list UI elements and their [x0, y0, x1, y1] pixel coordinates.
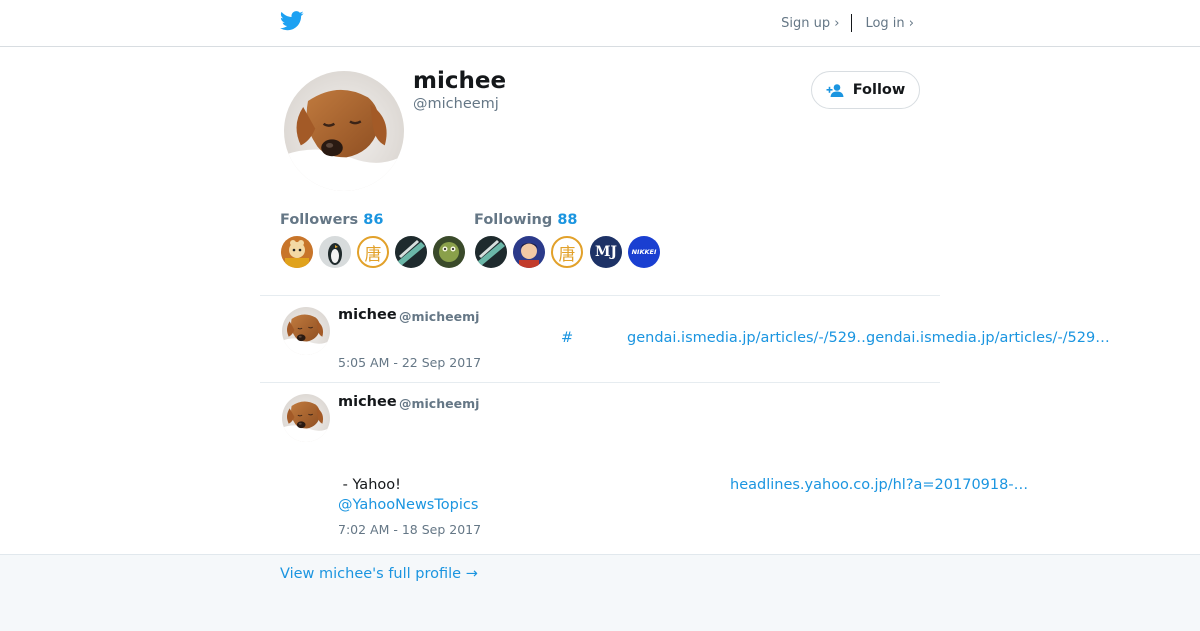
follow-button[interactable]: Follow [811, 71, 920, 109]
avatar-nikkei-text: NIKKEI [631, 248, 657, 256]
tweet-author-handle[interactable]: @micheemj [399, 309, 479, 324]
profile-avatar[interactable] [284, 71, 404, 191]
following-avatar[interactable] [513, 236, 545, 268]
following-count: 88 [557, 212, 578, 228]
footer: View michee's full profile → [0, 554, 1200, 631]
profile-name: michee [413, 68, 507, 94]
tweet-avatar[interactable] [282, 307, 330, 355]
sign-up-link[interactable]: Sign up › [781, 16, 839, 31]
top-bar: Sign up › Log in › [0, 0, 1200, 47]
follower-avatar[interactable] [433, 236, 465, 268]
tweet-link[interactable]: gendai.ismedia.jp/articles/-/529… [866, 330, 1110, 346]
follower-avatar[interactable]: 唐 [357, 236, 389, 268]
log-in-link[interactable]: Log in › [865, 16, 914, 31]
view-full-profile-link[interactable]: View michee's full profile → [280, 566, 478, 582]
divider [260, 295, 940, 296]
following-avatar[interactable]: NIKKEI [628, 236, 660, 268]
tweet-timestamp[interactable]: 7:02 AM - 18 Sep 2017 [338, 522, 481, 537]
auth-nav: Sign up › Log in › [781, 14, 914, 32]
avatar-kanji-text: 唐 [364, 244, 382, 265]
profile-handle: @micheemj [413, 96, 499, 112]
add-person-icon [826, 84, 844, 97]
twitter-bird-icon[interactable] [280, 11, 304, 31]
tweet-timestamp[interactable]: 5:05 AM - 22 Sep 2017 [338, 355, 481, 370]
hashtag-link[interactable]: # [561, 330, 573, 346]
following-stat[interactable]: Following 88 [474, 212, 578, 228]
followers-stat[interactable]: Followers 86 [280, 212, 383, 228]
tweet-text: - Yahoo! [338, 477, 401, 493]
tweet-avatar[interactable] [282, 394, 330, 442]
nav-divider [851, 14, 853, 32]
avatar-kanji-text: 唐 [558, 244, 576, 265]
follower-avatar[interactable] [281, 236, 313, 268]
tweet-author-name[interactable]: michee [338, 394, 397, 410]
tweet-author-handle[interactable]: @micheemj [399, 396, 479, 411]
tweet-author-name[interactable]: michee [338, 307, 397, 323]
following-avatar[interactable] [475, 236, 507, 268]
followers-label: Followers [280, 212, 359, 228]
following-label: Following [474, 212, 553, 228]
divider [260, 382, 940, 383]
follow-button-label: Follow [852, 82, 906, 98]
follower-avatar[interactable] [395, 236, 427, 268]
tweet-link[interactable]: gendai.ismedia.jp/articles/-/529… [627, 330, 871, 346]
following-avatar[interactable]: 唐 [551, 236, 583, 268]
followers-count: 86 [363, 212, 384, 228]
mention-link[interactable]: @YahooNewsTopics [338, 497, 478, 513]
tweet-link[interactable]: headlines.yahoo.co.jp/hl?a=20170918-… [730, 477, 1028, 493]
following-avatar[interactable]: MJ [590, 236, 622, 268]
follower-avatar[interactable] [319, 236, 351, 268]
avatar-mj-text: MJ [594, 244, 618, 260]
